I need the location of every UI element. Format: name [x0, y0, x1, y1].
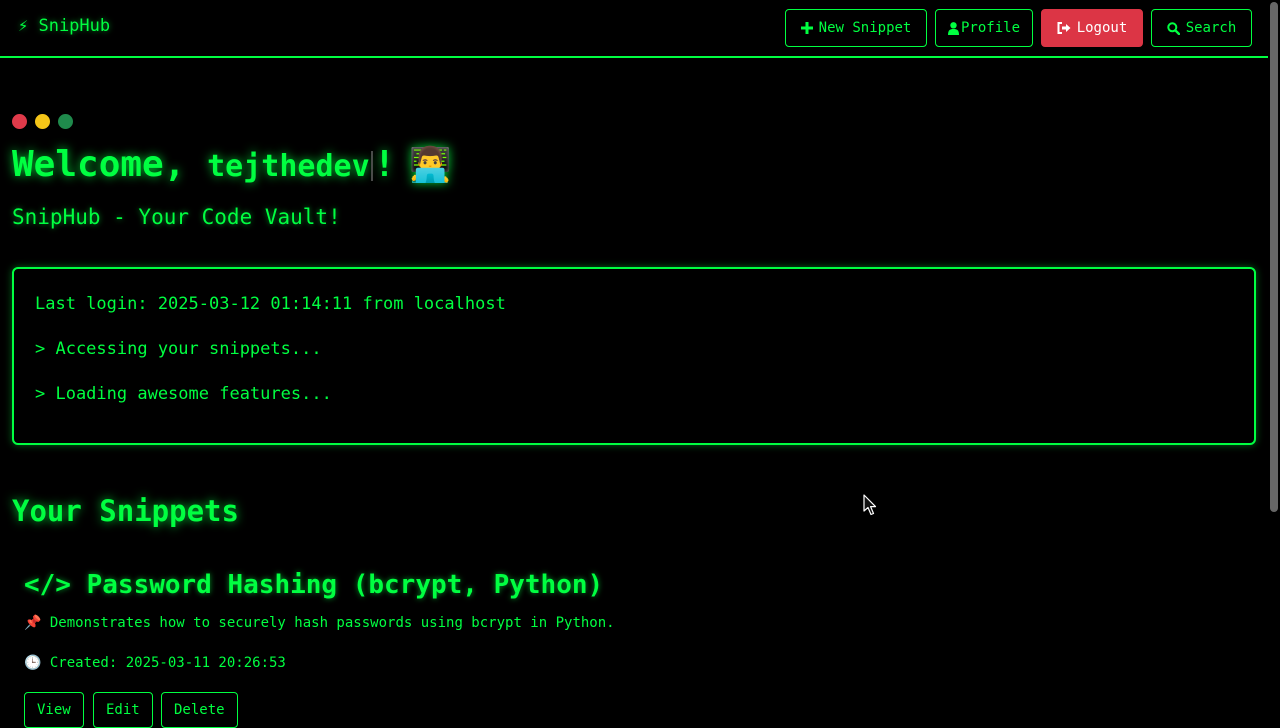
brand-logo[interactable]: ⚡ SnipHub: [18, 16, 110, 36]
typing-cursor: [370, 151, 373, 181]
tagline: SnipHub - Your Code Vault!: [12, 205, 341, 229]
sign-out-icon: [1057, 22, 1071, 34]
green-dot-icon: [58, 114, 73, 129]
welcome-heading: Welcome, tejthedev! 👨‍💻: [12, 144, 452, 185]
red-dot-icon: [12, 114, 27, 129]
snippet-created-date: 🕒 Created: 2025-03-11 20:26:53: [24, 655, 286, 671]
profile-button[interactable]: Profile: [935, 9, 1033, 47]
username: tejthedev: [207, 149, 370, 184]
page-scrollbar[interactable]: [1268, 0, 1280, 720]
new-snippet-button[interactable]: New Snippet: [785, 9, 927, 47]
new-snippet-label: New Snippet: [818, 20, 912, 36]
technologist-emoji-icon: 👨‍💻: [409, 145, 452, 185]
logout-label: Logout: [1076, 20, 1128, 36]
window-dots: [12, 114, 73, 129]
search-button[interactable]: Search: [1151, 9, 1252, 47]
user-icon: [948, 21, 959, 35]
profile-label: Profile: [961, 20, 1021, 36]
snippet-title: </> Password Hashing (bcrypt, Python): [24, 570, 604, 600]
terminal-line-loading: > Loading awesome features...: [35, 384, 332, 404]
yellow-dot-icon: [35, 114, 50, 129]
terminal-line-accessing: > Accessing your snippets...: [35, 339, 322, 359]
terminal-box: Last login: 2025-03-12 01:14:11 from loc…: [12, 267, 1256, 445]
search-icon: [1167, 21, 1180, 35]
snippet-description: 📌 Demonstrates how to securely hash pass…: [24, 615, 615, 631]
welcome-prefix: Welcome,: [12, 144, 208, 185]
welcome-suffix: !: [373, 144, 396, 185]
plus-icon: [800, 22, 813, 34]
edit-button[interactable]: Edit: [93, 692, 153, 728]
terminal-line-login: Last login: 2025-03-12 01:14:11 from loc…: [35, 294, 506, 314]
delete-button[interactable]: Delete: [161, 692, 238, 728]
view-button[interactable]: View: [24, 692, 84, 728]
logout-button[interactable]: Logout: [1041, 9, 1143, 47]
search-label: Search: [1185, 20, 1237, 36]
mouse-pointer-icon: [863, 494, 877, 520]
scrollbar-thumb[interactable]: [1270, 2, 1278, 512]
snippets-heading: Your Snippets: [12, 494, 239, 528]
navbar: ⚡ SnipHub New Snippet Profile Logout Sea…: [0, 0, 1268, 58]
